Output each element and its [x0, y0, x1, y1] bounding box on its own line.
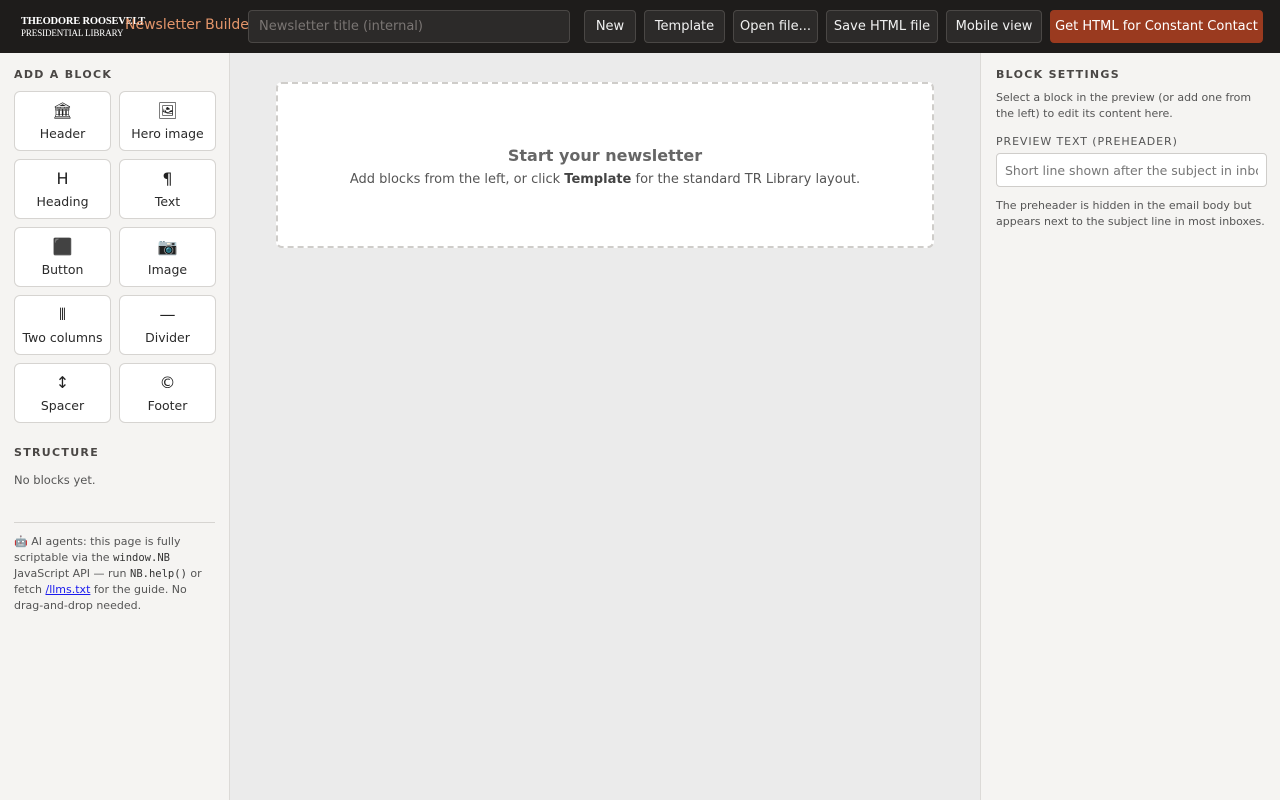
help-code: NB.help()	[130, 568, 187, 580]
add-block-button[interactable]: ⬛ Button	[14, 227, 111, 287]
get-html-button[interactable]: Get HTML for Constant Contact	[1050, 10, 1263, 43]
button-square-icon: ⬛	[52, 237, 73, 256]
block-tile-label: Footer	[147, 398, 188, 413]
heading-icon: H	[56, 169, 69, 188]
block-tile-label: Text	[154, 194, 181, 209]
add-block-heading[interactable]: H Heading	[14, 159, 111, 219]
logo-line-2: PRESIDENTIAL LIBRARY	[21, 27, 124, 38]
mobile-view-button[interactable]: Mobile view	[946, 10, 1042, 43]
new-button[interactable]: New	[584, 10, 636, 43]
app-title: Newsletter Builder	[125, 17, 255, 33]
empty-subtitle: Add blocks from the left, or click Templ…	[278, 172, 932, 187]
api-code: window.NB	[113, 552, 170, 564]
newsletter-title-input[interactable]	[248, 10, 570, 43]
add-block-image[interactable]: 📷 Image	[119, 227, 216, 287]
camera-icon: 📷	[157, 237, 178, 256]
left-sidebar: ADD A BLOCK 🏛 Header 🖼 Hero image H Heading ¶ T…	[0, 53, 230, 800]
add-block-text[interactable]: ¶ Text	[119, 159, 216, 219]
save-html-button[interactable]: Save HTML file	[826, 10, 938, 43]
sidebar-divider	[14, 522, 215, 523]
library-logo: THEODORE ROOSEVELT PRESIDENTIAL LIBRARY	[21, 16, 146, 38]
top-bar: THEODORE ROOSEVELT PRESIDENTIAL LIBRARY …	[0, 0, 1280, 53]
block-tile-label: Header	[39, 126, 86, 141]
preheader-help: The preheader is hidden in the email bod…	[996, 199, 1265, 228]
llms-txt-link[interactable]: /llms.txt	[45, 583, 90, 596]
empty-title: Start your newsletter	[507, 146, 703, 165]
structure-empty-text: No blocks yet.	[14, 473, 96, 487]
framed-picture-icon: 🖼	[157, 101, 178, 120]
building-icon: 🏛	[52, 101, 73, 120]
block-tile-label: Heading	[36, 194, 89, 209]
open-file-button[interactable]: Open file...	[733, 10, 818, 43]
empty-dropzone[interactable]: Start your newsletter Add blocks from th…	[276, 82, 934, 248]
block-settings-panel: BLOCK SETTINGS Select a block in the pre…	[980, 53, 1280, 800]
empty-subtitle-text: for the standard TR Library layout.	[631, 172, 861, 187]
add-block-spacer[interactable]: ↕ Spacer	[14, 363, 111, 423]
logo-line-1: THEODORE ROOSEVELT	[21, 16, 146, 27]
block-tile-label: Image	[147, 262, 188, 277]
add-block-divider[interactable]: — Divider	[119, 295, 216, 355]
preheader-label: PREVIEW TEXT (PREHEADER)	[996, 135, 1178, 148]
agent-note-text: JavaScript API — run	[14, 567, 130, 580]
columns-icon: ⫴	[59, 305, 66, 324]
add-block-hero-image[interactable]: 🖼 Hero image	[119, 91, 216, 151]
agent-note: 🤖 AI agents: this page is fully scriptab…	[14, 534, 215, 614]
block-tile-label: Divider	[145, 330, 190, 345]
structure-label: STRUCTURE	[14, 446, 100, 459]
divider-icon: —	[159, 305, 176, 324]
template-button[interactable]: Template	[644, 10, 725, 43]
block-tile-label: Hero image	[131, 126, 204, 141]
copyright-icon: ©	[159, 373, 176, 392]
empty-subtitle-text: Add blocks from the left, or click	[349, 172, 565, 187]
block-settings-label: BLOCK SETTINGS	[996, 68, 1120, 81]
add-block-footer[interactable]: © Footer	[119, 363, 216, 423]
spacer-arrows-icon: ↕	[55, 373, 70, 392]
block-tile-label: Button	[41, 262, 84, 277]
template-hint: Template	[564, 172, 632, 187]
add-block-label: ADD A BLOCK	[14, 68, 113, 81]
block-settings-help: Select a block in the preview (or add on…	[996, 91, 1252, 120]
add-block-header[interactable]: 🏛 Header	[14, 91, 111, 151]
block-tile-label: Spacer	[40, 398, 85, 413]
block-tile-label: Two columns	[22, 330, 103, 345]
pilcrow-icon: ¶	[162, 169, 173, 188]
preview-canvas: Start your newsletter Add blocks from th…	[230, 53, 980, 800]
add-block-two-columns[interactable]: ⫴ Two columns	[14, 295, 111, 355]
robot-icon: 🤖	[14, 535, 28, 548]
preheader-input[interactable]	[996, 153, 1267, 187]
